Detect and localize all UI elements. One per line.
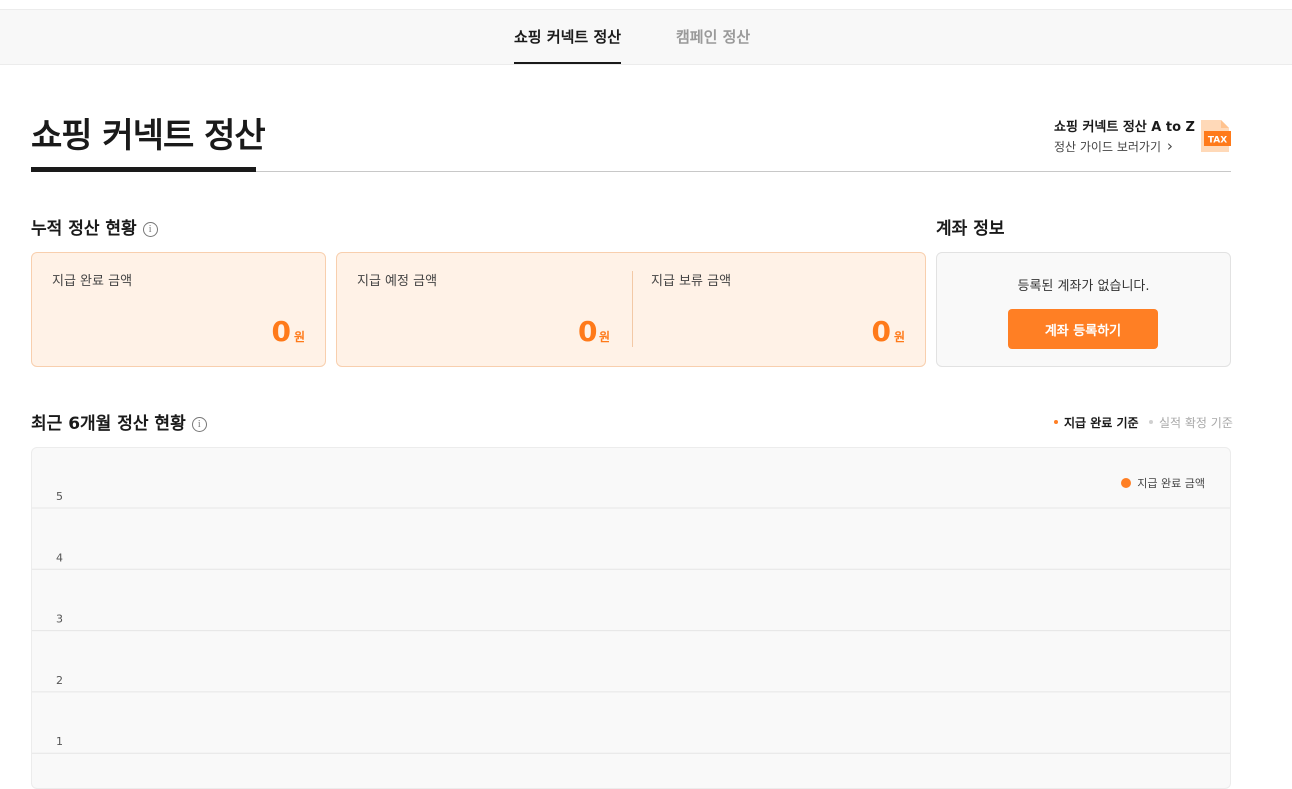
held-amount-value: 0	[871, 315, 891, 348]
tab-shopping-connect-settlement[interactable]: 쇼핑 커넥트 정산	[514, 10, 622, 64]
account-section-title: 계좌 정보	[936, 219, 1005, 239]
scheduled-amount-value: 0	[578, 315, 598, 348]
guide-link-label: 정산 가이드 보러가기	[1054, 140, 1161, 154]
unselected-dot-icon	[1149, 420, 1153, 424]
y-tick-label: 1	[56, 735, 63, 748]
register-account-button[interactable]: 계좌 등록하기	[1008, 309, 1158, 349]
paid-amount-label: 지급 완료 금액	[52, 274, 133, 289]
scheduled-amount-label: 지급 예정 금액	[357, 274, 438, 289]
y-tick-label: 4	[56, 551, 63, 564]
y-tick-label: 3	[56, 613, 63, 626]
info-icon[interactable]: i	[191, 417, 207, 432]
info-icon[interactable]: i	[142, 222, 158, 237]
cumulative-section-title: 누적 정산 현황 i	[31, 214, 158, 239]
recent-section-title: 최근 6개월 정산 현황 i	[31, 409, 207, 434]
recent-title-label: 최근 6개월 정산 현황	[31, 414, 186, 434]
title-divider	[256, 171, 1231, 172]
card-divider	[632, 271, 633, 347]
page-title: 쇼핑 커넥트 정산	[31, 116, 266, 156]
chevron-right-icon: ›	[1166, 137, 1173, 155]
paid-amount-value: 0	[271, 315, 291, 348]
toggle-paid-basis[interactable]: 지급 완료 기준	[1054, 414, 1139, 431]
guide-title: 쇼핑 커넥트 정산 A to Z	[1054, 120, 1195, 135]
recent-settlement-chart: 지급 완료 금액 54321	[31, 447, 1231, 789]
paid-amount-card: 지급 완료 금액 0 원	[31, 252, 326, 367]
scheduled-amount-unit: 원	[599, 330, 611, 344]
held-amount-unit: 원	[893, 330, 905, 344]
y-tick-label: 2	[56, 674, 63, 687]
paid-amount-unit: 원	[293, 330, 305, 344]
held-amount-label: 지급 보류 금액	[651, 274, 732, 289]
title-underline	[31, 167, 256, 172]
guide-link[interactable]: 정산 가이드 보러가기 ›	[1054, 137, 1173, 155]
tax-document-icon: TAX	[1201, 120, 1231, 152]
tab-campaign-settlement[interactable]: 캠페인 정산	[676, 10, 750, 64]
selected-dot-icon	[1054, 420, 1058, 424]
scheduled-held-card: 지급 예정 금액 0 원 지급 보류 금액 0 원	[336, 252, 926, 367]
cumulative-title-label: 누적 정산 현황	[31, 219, 137, 239]
toggle-paid-basis-label: 지급 완료 기준	[1064, 416, 1139, 430]
toggle-confirmed-basis[interactable]: 실적 확정 기준	[1149, 414, 1233, 431]
no-account-message: 등록된 계좌가 없습니다.	[1017, 279, 1150, 294]
tax-icon-text: TAX	[1208, 136, 1227, 146]
y-tick-label: 5	[56, 490, 63, 503]
toggle-confirmed-basis-label: 실적 확정 기준	[1159, 416, 1233, 430]
chart-plot: 5 4 3 2 1	[32, 490, 1230, 754]
account-card: 등록된 계좌가 없습니다. 계좌 등록하기	[936, 252, 1231, 367]
top-tab-bar: 쇼핑 커넥트 정산 캠페인 정산	[0, 9, 1292, 65]
